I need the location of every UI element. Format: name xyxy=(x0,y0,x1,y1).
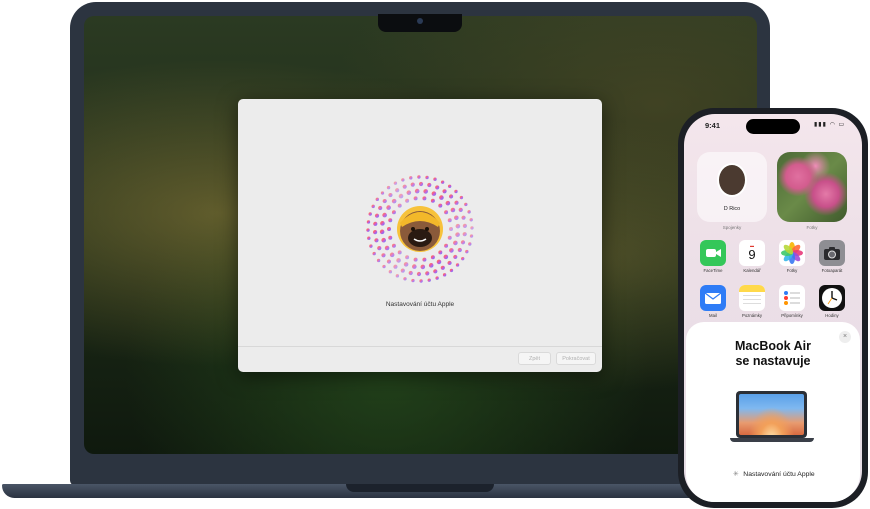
app-label: Fotoaparát xyxy=(821,268,843,273)
status-time: 9:41 xyxy=(705,121,721,130)
macbook-lid-notch xyxy=(346,484,494,492)
notes-icon[interactable] xyxy=(739,285,765,311)
spinner-icon: ✳ xyxy=(732,471,739,478)
macbook-bezel-bottom xyxy=(70,454,770,484)
avatar xyxy=(717,163,747,197)
setup-assistant-window: Nastavování účtu Apple Zpět Pokračovat xyxy=(238,99,602,372)
macbook-illustration-base xyxy=(730,438,814,442)
app-label: Poznámky xyxy=(741,313,763,318)
mail-icon[interactable] xyxy=(700,285,726,311)
app-label: FaceTime xyxy=(703,268,723,273)
photos-icon[interactable] xyxy=(779,240,805,266)
dynamic-island xyxy=(746,119,800,134)
camera-icon[interactable] xyxy=(819,240,845,266)
sheet-title-line2: se nastavuje xyxy=(735,354,811,368)
window-divider xyxy=(238,346,602,347)
apple-account-dot-ring-icon xyxy=(366,175,474,283)
app-label: Kalendář xyxy=(743,268,761,273)
app-label: Hodiny xyxy=(825,313,839,318)
sheet-status: ✳ Nastavování účtu Apple xyxy=(686,470,860,478)
photos-widget-caption: Fotky xyxy=(806,225,818,230)
sheet-title-line1: MacBook Air xyxy=(735,339,811,353)
reminders-icon[interactable] xyxy=(779,285,805,311)
app-label: Mail xyxy=(709,313,717,318)
camera-icon xyxy=(417,18,423,24)
calendar-day: 9 xyxy=(748,247,756,262)
back-button[interactable]: Zpět xyxy=(518,352,551,365)
photos-widget[interactable] xyxy=(777,152,847,222)
facetime-icon[interactable] xyxy=(700,240,726,266)
contact-name: D Rico xyxy=(723,206,741,212)
contact-widget-caption: Spojenky xyxy=(722,225,742,230)
app-label: Připomínky xyxy=(781,313,803,318)
setup-title: Nastavování účtu Apple xyxy=(385,301,455,308)
status-icons: ▮▮▮ ◠ ▭ xyxy=(814,122,846,128)
calendar-icon[interactable]: ▬ 9 xyxy=(739,240,765,266)
continue-button[interactable]: Pokračovat xyxy=(556,352,596,365)
app-label: Fotky xyxy=(786,268,798,273)
clock-icon[interactable] xyxy=(819,285,845,311)
macbook-illustration-display xyxy=(739,394,804,435)
sheet-status-text: Nastavování účtu Apple xyxy=(743,471,815,478)
